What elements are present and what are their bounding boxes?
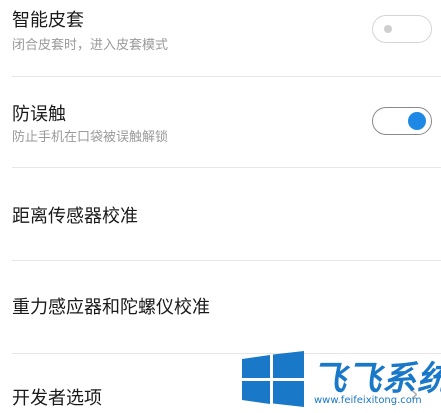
anti-mistouch-title: 防误触 [12,104,66,125]
gravity-calibration-title: 重力感应器和陀螺仪校准 [12,297,210,318]
toggle-knob [384,25,392,33]
smart-cover-toggle[interactable] [372,15,432,43]
proximity-calibration-title: 距离传感器校准 [12,206,138,227]
setting-row-smart-cover[interactable]: 智能皮套 闭合皮套时，进入皮套模式 [0,0,441,76]
toggle-knob [408,112,426,130]
setting-row-anti-mistouch[interactable]: 防误触 防止手机在口袋被误触解锁 [0,77,441,167]
smart-cover-title: 智能皮套 [12,10,84,31]
setting-row-proximity-calibration[interactable]: 距离传感器校准 [0,168,441,260]
smart-cover-subtitle: 闭合皮套时，进入皮套模式 [12,38,169,53]
watermark: 飞飞系统 www.feifeixitong.com [240,345,441,413]
anti-mistouch-subtitle: 防止手机在口袋被误触解锁 [12,130,169,145]
watermark-url: www.feifeixitong.com [314,395,422,406]
setting-row-gravity-calibration[interactable]: 重力感应器和陀螺仪校准 [0,261,441,353]
developer-options-title: 开发者选项 [12,388,102,409]
anti-mistouch-toggle[interactable] [372,107,432,135]
windows-logo-icon [242,351,304,407]
watermark-brand: 飞飞系统 [312,359,441,399]
